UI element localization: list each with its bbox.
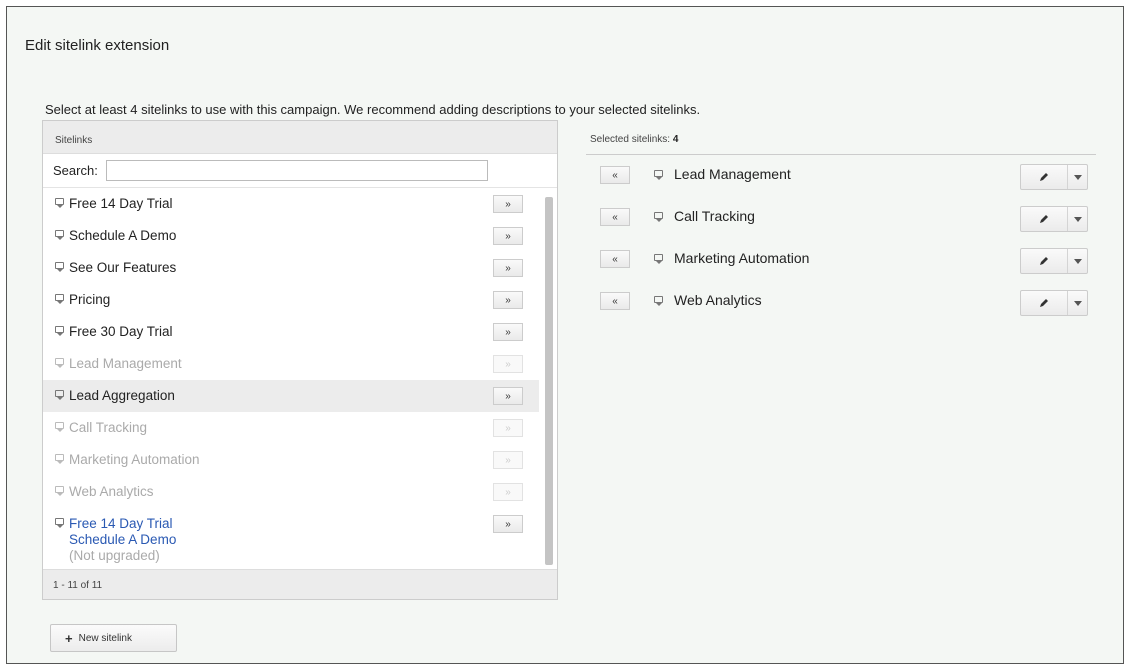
instructions-text: Select at least 4 sitelinks to use with … <box>45 102 701 117</box>
list-item: Web Analytics » <box>43 476 539 508</box>
add-sitelink-button[interactable]: » <box>493 387 523 405</box>
new-sitelink-button[interactable]: + New sitelink <box>50 624 177 652</box>
comment-bubble-icon <box>55 486 64 496</box>
remove-sitelink-button[interactable]: « <box>600 250 630 268</box>
sitelink-label: Pricing <box>69 292 111 307</box>
pencil-icon[interactable] <box>1021 249 1068 273</box>
comment-bubble-icon <box>55 326 64 336</box>
comment-bubble-icon <box>55 358 64 368</box>
remove-sitelink-button[interactable]: « <box>600 208 630 226</box>
selected-label: Web Analytics <box>674 292 762 308</box>
add-sitelink-button[interactable]: » <box>493 515 523 533</box>
sitelink-line-1[interactable]: Free 14 Day Trial <box>69 516 176 532</box>
sitelink-label: Marketing Automation <box>69 452 200 467</box>
add-sitelink-button: » <box>493 355 523 373</box>
edit-menu <box>1020 248 1088 274</box>
not-upgraded-note: (Not upgraded) <box>69 548 160 563</box>
sitelink-label: Schedule A Demo <box>69 228 177 243</box>
edit-menu <box>1020 206 1088 232</box>
selected-item: « Web Analytics <box>600 288 1090 316</box>
add-sitelink-button[interactable]: » <box>493 323 523 341</box>
list-item: Pricing » <box>43 284 539 316</box>
comment-bubble-icon <box>55 198 64 208</box>
sitelink-label: Free 30 Day Trial <box>69 324 173 339</box>
add-sitelink-button[interactable]: » <box>493 291 523 309</box>
new-sitelink-label: New sitelink <box>78 632 132 644</box>
sitelink-label: Lead Aggregation <box>69 388 175 403</box>
comment-bubble-icon <box>55 262 64 272</box>
sitelink-line-2[interactable]: Schedule A Demo <box>69 532 176 548</box>
comment-bubble-icon <box>55 294 64 304</box>
add-sitelink-button: » <box>493 451 523 469</box>
caret-down-icon[interactable] <box>1068 165 1087 189</box>
comment-bubble-icon <box>654 212 663 222</box>
comment-bubble-icon <box>55 518 64 528</box>
selected-item: « Marketing Automation <box>600 246 1090 274</box>
list-item: Call Tracking » <box>43 412 539 444</box>
comment-bubble-icon <box>654 170 663 180</box>
list-item: Free 14 Day Trial » <box>43 188 539 220</box>
search-label: Search: <box>53 163 98 178</box>
remove-sitelink-button[interactable]: « <box>600 166 630 184</box>
search-input[interactable] <box>105 160 488 181</box>
add-sitelink-button[interactable]: » <box>493 227 523 245</box>
selected-header-label: Selected sitelinks: <box>590 134 671 145</box>
sitelinks-header: Sitelinks <box>43 121 557 154</box>
pencil-icon[interactable] <box>1021 291 1068 315</box>
add-sitelink-button: » <box>493 419 523 437</box>
divider <box>586 154 1096 155</box>
remove-sitelink-button[interactable]: « <box>600 292 630 310</box>
add-sitelink-button[interactable]: » <box>493 259 523 277</box>
list-scrollbar[interactable] <box>545 197 553 565</box>
caret-down-icon[interactable] <box>1068 291 1087 315</box>
list-item: Free 30 Day Trial » <box>43 316 539 348</box>
list-item: Schedule A Demo » <box>43 220 539 252</box>
dialog-title: Edit sitelink extension <box>25 37 170 54</box>
selected-label: Lead Management <box>674 166 791 182</box>
plus-icon: + <box>65 630 73 646</box>
list-item: Free 14 Day Trial Schedule A Demo (Not u… <box>43 508 539 570</box>
sitelink-label: See Our Features <box>69 260 177 275</box>
comment-bubble-icon <box>654 254 663 264</box>
add-sitelink-button[interactable]: » <box>493 195 523 213</box>
selected-item: « Lead Management <box>600 162 1090 190</box>
selected-label: Marketing Automation <box>674 250 810 266</box>
comment-bubble-icon <box>55 230 64 240</box>
caret-down-icon[interactable] <box>1068 207 1087 231</box>
edit-menu <box>1020 164 1088 190</box>
selected-label: Call Tracking <box>674 208 755 224</box>
sitelink-label: Web Analytics <box>69 484 154 499</box>
search-row: Search: <box>43 154 557 188</box>
edit-menu <box>1020 290 1088 316</box>
caret-down-icon[interactable] <box>1068 249 1087 273</box>
sitelink-multi-label: Free 14 Day Trial Schedule A Demo (Not u… <box>69 516 176 564</box>
list-item: Marketing Automation » <box>43 444 539 476</box>
sitelink-label: Call Tracking <box>69 420 148 435</box>
comment-bubble-icon <box>55 454 64 464</box>
pencil-icon[interactable] <box>1021 165 1068 189</box>
sitelinks-panel: Sitelinks Search: Free 14 Day Trial » Sc… <box>42 120 558 600</box>
sitelink-label: Lead Management <box>69 356 182 371</box>
comment-bubble-icon <box>55 390 64 400</box>
list-item: Lead Management » <box>43 348 539 380</box>
list-item: Lead Aggregation » <box>43 380 539 412</box>
selected-item: « Call Tracking <box>600 204 1090 232</box>
pencil-icon[interactable] <box>1021 207 1068 231</box>
sitelink-label: Free 14 Day Trial <box>69 196 173 211</box>
comment-bubble-icon <box>654 296 663 306</box>
pagination-text: 1 - 11 of 11 <box>43 569 557 599</box>
add-sitelink-button: » <box>493 483 523 501</box>
list-item: See Our Features » <box>43 252 539 284</box>
selected-count: 4 <box>672 134 679 145</box>
selected-header: Selected sitelinks: 4 <box>590 134 678 145</box>
comment-bubble-icon <box>55 422 64 432</box>
sitelinks-list: Free 14 Day Trial » Schedule A Demo » Se… <box>43 188 539 570</box>
